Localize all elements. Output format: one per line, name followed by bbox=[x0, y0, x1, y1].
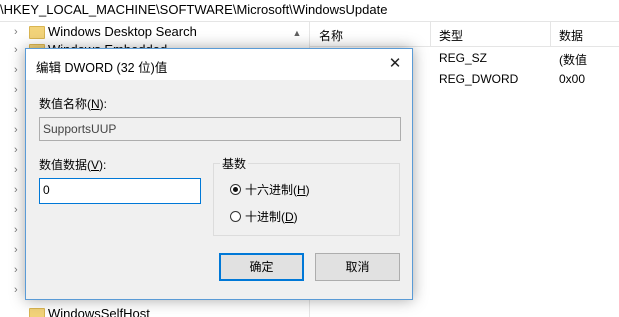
tree-item-windowsselfhost[interactable]: WindowsSelfHost bbox=[0, 304, 290, 317]
list-cell-type[interactable]: REG_DWORD bbox=[439, 72, 518, 86]
chevron-right-icon[interactable]: › bbox=[14, 264, 18, 276]
tree-item-windows-desktop-search[interactable]: › Windows Desktop Search bbox=[0, 22, 290, 42]
chevron-right-icon[interactable]: › bbox=[14, 224, 18, 236]
base-groupbox bbox=[213, 163, 400, 236]
column-divider[interactable] bbox=[430, 22, 431, 46]
chevron-right-icon[interactable]: › bbox=[14, 64, 18, 76]
radio-button-selected[interactable] bbox=[230, 184, 241, 195]
chevron-right-icon[interactable]: › bbox=[14, 84, 18, 96]
column-header-data[interactable]: 数据 bbox=[559, 27, 583, 44]
value-name-field[interactable]: SupportsUUP bbox=[39, 117, 401, 141]
list-header: 名称 类型 数据 bbox=[310, 22, 619, 47]
chevron-right-icon[interactable]: › bbox=[14, 144, 18, 156]
address-bar[interactable]: \HKEY_LOCAL_MACHINE\SOFTWARE\Microsoft\W… bbox=[0, 0, 619, 22]
folder-icon bbox=[29, 26, 45, 39]
column-header-type[interactable]: 类型 bbox=[439, 27, 463, 44]
chevron-right-icon[interactable]: › bbox=[14, 124, 18, 136]
chevron-right-icon[interactable]: › bbox=[14, 44, 18, 56]
chevron-right-icon[interactable]: › bbox=[14, 284, 18, 296]
folder-icon bbox=[29, 308, 45, 317]
dialog-title: 编辑 DWORD (32 位)值 bbox=[36, 61, 168, 75]
chevron-right-icon[interactable]: › bbox=[14, 244, 18, 256]
value-data-label: 数值数据(V): bbox=[39, 158, 107, 172]
base-group-title: 基数 bbox=[220, 155, 249, 172]
ok-button[interactable]: 确定 bbox=[219, 253, 304, 281]
cancel-button[interactable]: 取消 bbox=[315, 253, 400, 281]
radio-button[interactable] bbox=[230, 211, 241, 222]
chevron-right-icon[interactable]: › bbox=[14, 184, 18, 196]
list-cell-type[interactable]: REG_SZ bbox=[439, 51, 487, 65]
column-header-name[interactable]: 名称 bbox=[319, 27, 343, 44]
chevron-right-icon[interactable]: › bbox=[14, 164, 18, 176]
edit-dword-dialog: 编辑 DWORD (32 位)值 ✕ 数值名称(N): SupportsUUP … bbox=[25, 48, 413, 300]
column-divider[interactable] bbox=[550, 22, 551, 46]
list-cell-data[interactable]: (数值 bbox=[559, 51, 587, 68]
chevron-right-icon[interactable]: › bbox=[14, 104, 18, 116]
value-name-label: 数值名称(N): bbox=[39, 97, 108, 111]
chevron-right-icon[interactable]: › bbox=[14, 22, 18, 42]
close-icon[interactable]: ✕ bbox=[378, 49, 412, 80]
chevron-right-icon[interactable]: › bbox=[14, 204, 18, 216]
scroll-up-arrow-icon[interactable]: ▲ bbox=[290, 26, 304, 40]
value-data-input[interactable]: 0 bbox=[39, 178, 201, 204]
tree-item-label: WindowsSelfHost bbox=[48, 306, 150, 317]
tree-item-label: Windows Desktop Search bbox=[48, 24, 197, 39]
list-cell-data[interactable]: 0x00 bbox=[559, 72, 585, 86]
dialog-titlebar[interactable]: 编辑 DWORD (32 位)值 ✕ bbox=[26, 49, 412, 80]
